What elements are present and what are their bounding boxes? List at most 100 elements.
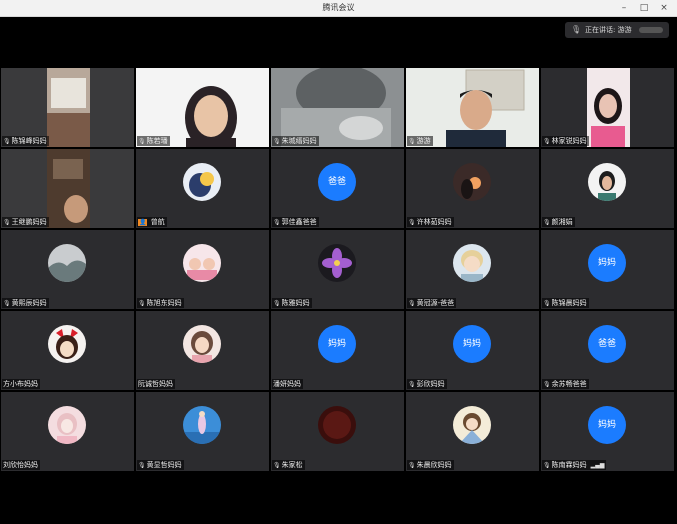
mic-icon: 🎙 [408, 300, 416, 307]
participant-name: 朱晨欣妈妈 [416, 461, 452, 469]
participant-name: 许林茹妈妈 [416, 218, 452, 226]
mic-icon: 🎙 [408, 462, 416, 469]
participant-name: 陈锦晨妈妈 [551, 299, 587, 307]
minimize-button[interactable]: – [617, 1, 631, 15]
participant-avatar [183, 406, 221, 444]
mic-icon: 🎙 [273, 462, 281, 469]
mic-icon: 🎙 [138, 462, 146, 469]
mic-icon: 🎙 [543, 219, 551, 226]
mic-icon: 🎙 [3, 300, 11, 307]
mic-icon: 🎙 [408, 138, 416, 145]
participant-avatar [453, 244, 491, 282]
participant-name: 彭欣妈妈 [416, 380, 445, 388]
mic-icon: 🎙 [408, 381, 416, 388]
participant-name: 潘妍妈妈 [273, 380, 301, 388]
bottom-bar [0, 472, 677, 524]
close-button[interactable]: × [657, 1, 671, 15]
participant-tile[interactable]: 妈妈 潘妍妈妈 [271, 311, 404, 390]
participant-tile[interactable]: 🎙王继鹏妈妈 [1, 149, 134, 228]
participant-name: 朱城缙妈妈 [281, 137, 317, 145]
mic-icon: 🎙 [543, 138, 551, 145]
participant-name: 曾航 [150, 218, 165, 226]
participant-tile[interactable]: 👤 曾航 [136, 149, 269, 228]
mic-icon: 🎙 [408, 219, 416, 226]
participant-avatar [48, 244, 86, 282]
participant-name: 陈旭东妈妈 [146, 299, 182, 307]
speaking-text: 正在讲话: 游游 [585, 26, 632, 34]
participant-name: 林家锐妈妈 [551, 137, 587, 145]
participant-name: 余苏畅爸爸 [551, 380, 587, 388]
participant-tile[interactable]: 妈妈 🎙陈南霖妈妈 ▂▄▆ [541, 392, 674, 471]
participant-tile[interactable]: 🎙黄冠源-爸爸 [406, 230, 539, 309]
participant-tile[interactable]: 阮诚哲妈妈 [136, 311, 269, 390]
participant-tile[interactable]: 🎙朱家松 [271, 392, 404, 471]
participant-tile[interactable]: 🎙陈雅妈妈 [271, 230, 404, 309]
participant-tile-active[interactable]: 🎙游游 [406, 68, 539, 147]
participant-avatar [48, 325, 86, 363]
participant-tile[interactable]: 🎙陈若璠 [136, 68, 269, 147]
participant-avatar [588, 163, 626, 201]
participant-name: 朱家松 [281, 461, 303, 469]
participant-tile[interactable]: 爸爸 🎙郭佳鑫爸爸 [271, 149, 404, 228]
participant-tile[interactable]: 方小布妈妈 [1, 311, 134, 390]
mic-icon: 🎙 [3, 138, 11, 145]
signal-icon: ▂▄▆ [590, 462, 605, 469]
host-icon: 👤 [138, 219, 148, 226]
participant-name: 陈锦峰妈妈 [11, 137, 47, 145]
participant-avatar: 爸爸 [588, 325, 626, 363]
mic-icon: 🎙 [273, 138, 281, 145]
participant-grid: 🎙陈锦峰妈妈 🎙陈若璠 🎙朱城缙妈妈 🎙游游 🎙林家锐妈妈 🎙王继鹏妈妈 👤 曾… [1, 68, 677, 472]
participant-name: 黄冠源-爸爸 [416, 299, 455, 307]
mic-icon: 🎙 [138, 138, 146, 145]
participant-tile[interactable]: 刘欣怡妈妈 [1, 392, 134, 471]
mic-icon: 🎙 [138, 300, 146, 307]
participant-avatar [318, 244, 356, 282]
participant-tile[interactable]: 🎙黄显哲妈妈 [136, 392, 269, 471]
participant-name: 游游 [416, 137, 431, 145]
participant-tile[interactable]: 妈妈 🎙彭欣妈妈 [406, 311, 539, 390]
participant-avatar: 妈妈 [453, 325, 491, 363]
participant-name: 黄显哲妈妈 [146, 461, 182, 469]
participant-avatar: 妈妈 [588, 244, 626, 282]
participant-avatar [183, 163, 221, 201]
participant-tile[interactable]: 🎙林家锐妈妈 [541, 68, 674, 147]
participant-avatar [183, 244, 221, 282]
participant-tile[interactable]: 爸爸 🎙余苏畅爸爸 [541, 311, 674, 390]
participant-name: 阮诚哲妈妈 [138, 380, 173, 388]
mic-icon: 🎙 [273, 300, 281, 307]
mic-icon: 🎙 [3, 219, 11, 226]
participant-avatar: 爸爸 [318, 163, 356, 201]
participant-name: 颜湘娟 [551, 218, 573, 226]
participant-name: 黄熙辰妈妈 [11, 299, 47, 307]
participant-name: 方小布妈妈 [3, 380, 38, 388]
speaking-indicator: 🎙 正在讲话: 游游 [565, 22, 669, 38]
participant-name: 刘欣怡妈妈 [3, 461, 38, 469]
participant-name: 郭佳鑫爸爸 [281, 218, 317, 226]
participant-tile[interactable]: 🎙陈锦峰妈妈 [1, 68, 134, 147]
title-bar: 腾讯会议 – □ × [0, 0, 677, 17]
participant-tile[interactable]: 🎙黄熙辰妈妈 [1, 230, 134, 309]
participant-name: 陈南霖妈妈 [551, 461, 587, 469]
window-title: 腾讯会议 [322, 3, 355, 12]
participant-name: 陈若璠 [146, 137, 168, 145]
mic-icon: 🎙 [543, 462, 551, 469]
participant-avatar [453, 163, 491, 201]
participant-avatar [48, 406, 86, 444]
participant-tile[interactable]: 妈妈 🎙陈锦晨妈妈 [541, 230, 674, 309]
microphone-icon: 🎙 [571, 25, 582, 34]
participant-tile[interactable]: 🎙颜湘娟 [541, 149, 674, 228]
participant-avatar [453, 406, 491, 444]
participant-tile[interactable]: 🎙朱晨欣妈妈 [406, 392, 539, 471]
participant-tile[interactable]: 🎙许林茹妈妈 [406, 149, 539, 228]
participant-tile[interactable]: 🎙陈旭东妈妈 [136, 230, 269, 309]
maximize-button[interactable]: □ [637, 1, 651, 15]
participant-name: 王继鹏妈妈 [11, 218, 47, 226]
signal-icon [639, 27, 663, 33]
mic-icon: 🎙 [543, 300, 551, 307]
mic-icon: 🎙 [543, 381, 551, 388]
participant-avatar [183, 325, 221, 363]
participant-avatar: 妈妈 [318, 325, 356, 363]
participant-tile[interactable]: 🎙朱城缙妈妈 [271, 68, 404, 147]
participant-avatar: 妈妈 [588, 406, 626, 444]
mic-icon: 🎙 [273, 219, 281, 226]
